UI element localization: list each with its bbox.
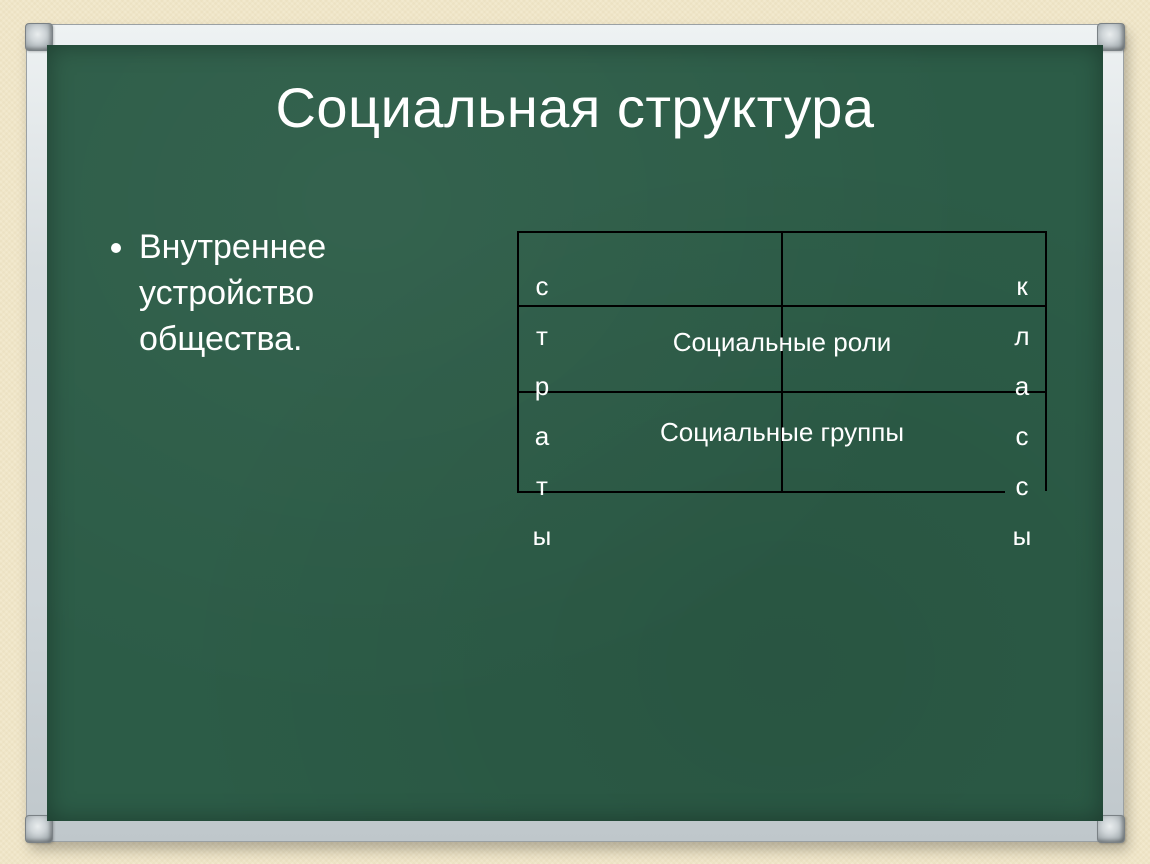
- table-row-label-groups: Социальные группы: [567, 417, 997, 448]
- vertical-letter: т: [517, 311, 567, 361]
- table-grid: страты классы Социальные роли Социальные…: [517, 231, 1047, 571]
- slide-title: Социальная структура: [47, 75, 1103, 140]
- bullet-item: Внутреннее устройство общества.: [111, 225, 471, 363]
- vertical-letter: с: [997, 411, 1047, 461]
- vertical-letter: а: [997, 361, 1047, 411]
- vertical-letter: к: [997, 261, 1047, 311]
- whiteboard-frame: Социальная структура Внутреннее устройст…: [26, 24, 1124, 842]
- table-row-label-roles: Социальные роли: [567, 327, 997, 358]
- vertical-letter: с: [517, 261, 567, 311]
- bullet-dot-icon: [111, 243, 121, 253]
- vertical-letter: р: [517, 361, 567, 411]
- table-left-vertical-word: страты: [517, 261, 567, 561]
- table-right-vertical-word: классы: [997, 261, 1047, 561]
- table-line: [781, 231, 783, 491]
- vertical-letter: с: [997, 461, 1047, 511]
- board-frame: Социальная структура Внутреннее устройст…: [26, 24, 1124, 842]
- chalkboard-surface: Социальная структура Внутреннее устройст…: [47, 45, 1103, 821]
- bullet-list: Внутреннее устройство общества.: [111, 225, 471, 363]
- table-line: [517, 491, 1005, 493]
- vertical-letter: а: [517, 411, 567, 461]
- vertical-letter: ы: [517, 511, 567, 561]
- vertical-letter: л: [997, 311, 1047, 361]
- structure-table: страты классы Социальные роли Социальные…: [517, 231, 1047, 571]
- vertical-letter: т: [517, 461, 567, 511]
- vertical-letter: ы: [997, 511, 1047, 561]
- bullet-text: Внутреннее устройство общества.: [139, 225, 471, 363]
